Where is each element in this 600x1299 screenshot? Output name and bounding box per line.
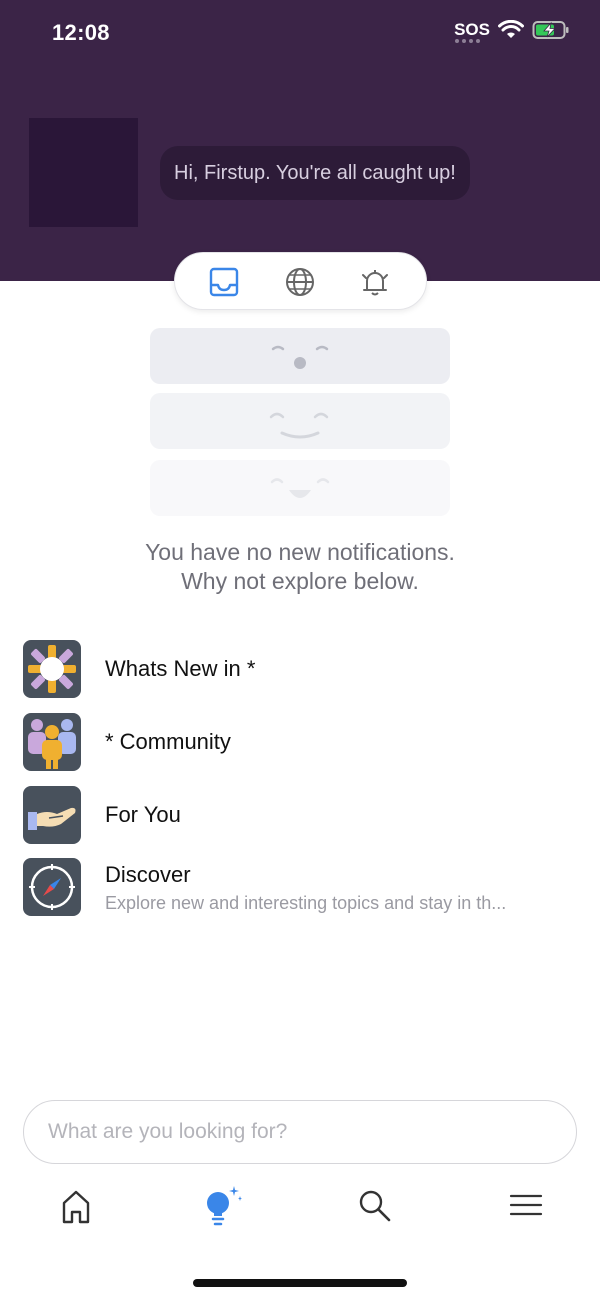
greeting-text: Hi, Firstup. You're all caught up!	[174, 161, 456, 184]
sos-dots	[455, 39, 481, 43]
search-icon[interactable]	[353, 1184, 397, 1228]
compass-icon	[23, 858, 81, 916]
wifi-icon	[498, 20, 524, 38]
search-input[interactable]	[48, 1101, 548, 1163]
status-icons: SOS	[454, 20, 570, 43]
sos-indicator: SOS	[454, 20, 490, 43]
channel-title: Whats New in *	[105, 656, 256, 681]
home-indicator[interactable]	[193, 1279, 407, 1287]
channel-title: Discover	[105, 862, 191, 887]
avatar[interactable]	[29, 118, 138, 227]
empty-message-line2: Why not explore below.	[181, 568, 419, 594]
battery-charging-icon	[532, 21, 569, 39]
channel-item-community[interactable]: * Community	[23, 713, 583, 771]
channel-description: Explore new and interesting topics and s…	[105, 893, 507, 913]
channel-title: For You	[105, 802, 181, 827]
menu-icon[interactable]	[503, 1184, 547, 1228]
grin-face-icon	[270, 478, 330, 498]
status-time: 12:08	[52, 20, 110, 45]
tab-switcher	[174, 252, 427, 310]
people-icon	[23, 713, 81, 771]
home-icon[interactable]	[54, 1184, 98, 1228]
sun-icon	[23, 640, 81, 698]
inbox-icon[interactable]	[208, 266, 240, 298]
bell-icon[interactable]	[359, 266, 391, 298]
globe-icon[interactable]	[284, 266, 316, 298]
lightbulb-icon[interactable]	[198, 1184, 242, 1228]
greeting-bubble: Hi, Firstup. You're all caught up!	[160, 146, 470, 200]
channel-title: * Community	[105, 729, 231, 754]
surprised-face-icon	[271, 345, 329, 369]
empty-message-line1: You have no new notifications.	[145, 539, 455, 565]
empty-card-grin	[150, 460, 450, 516]
channel-item-whats-new[interactable]: Whats New in *	[23, 640, 583, 698]
empty-message: You have no new notifications. Why not e…	[0, 538, 600, 596]
sos-label: SOS	[454, 20, 490, 39]
header: 12:08 SOS Hi, Firstup. You're all caught…	[0, 0, 600, 281]
smile-face-icon	[269, 412, 329, 439]
empty-card-surprised	[150, 328, 450, 384]
channel-item-for-you[interactable]: For You	[23, 786, 583, 844]
channel-item-discover[interactable]: Discover Explore new and interesting top…	[23, 858, 583, 916]
status-bar: 12:08 SOS	[0, 0, 600, 70]
hand-icon	[23, 786, 81, 844]
bottom-nav	[0, 1180, 600, 1236]
search-box	[23, 1100, 577, 1164]
empty-card-smile	[150, 393, 450, 449]
